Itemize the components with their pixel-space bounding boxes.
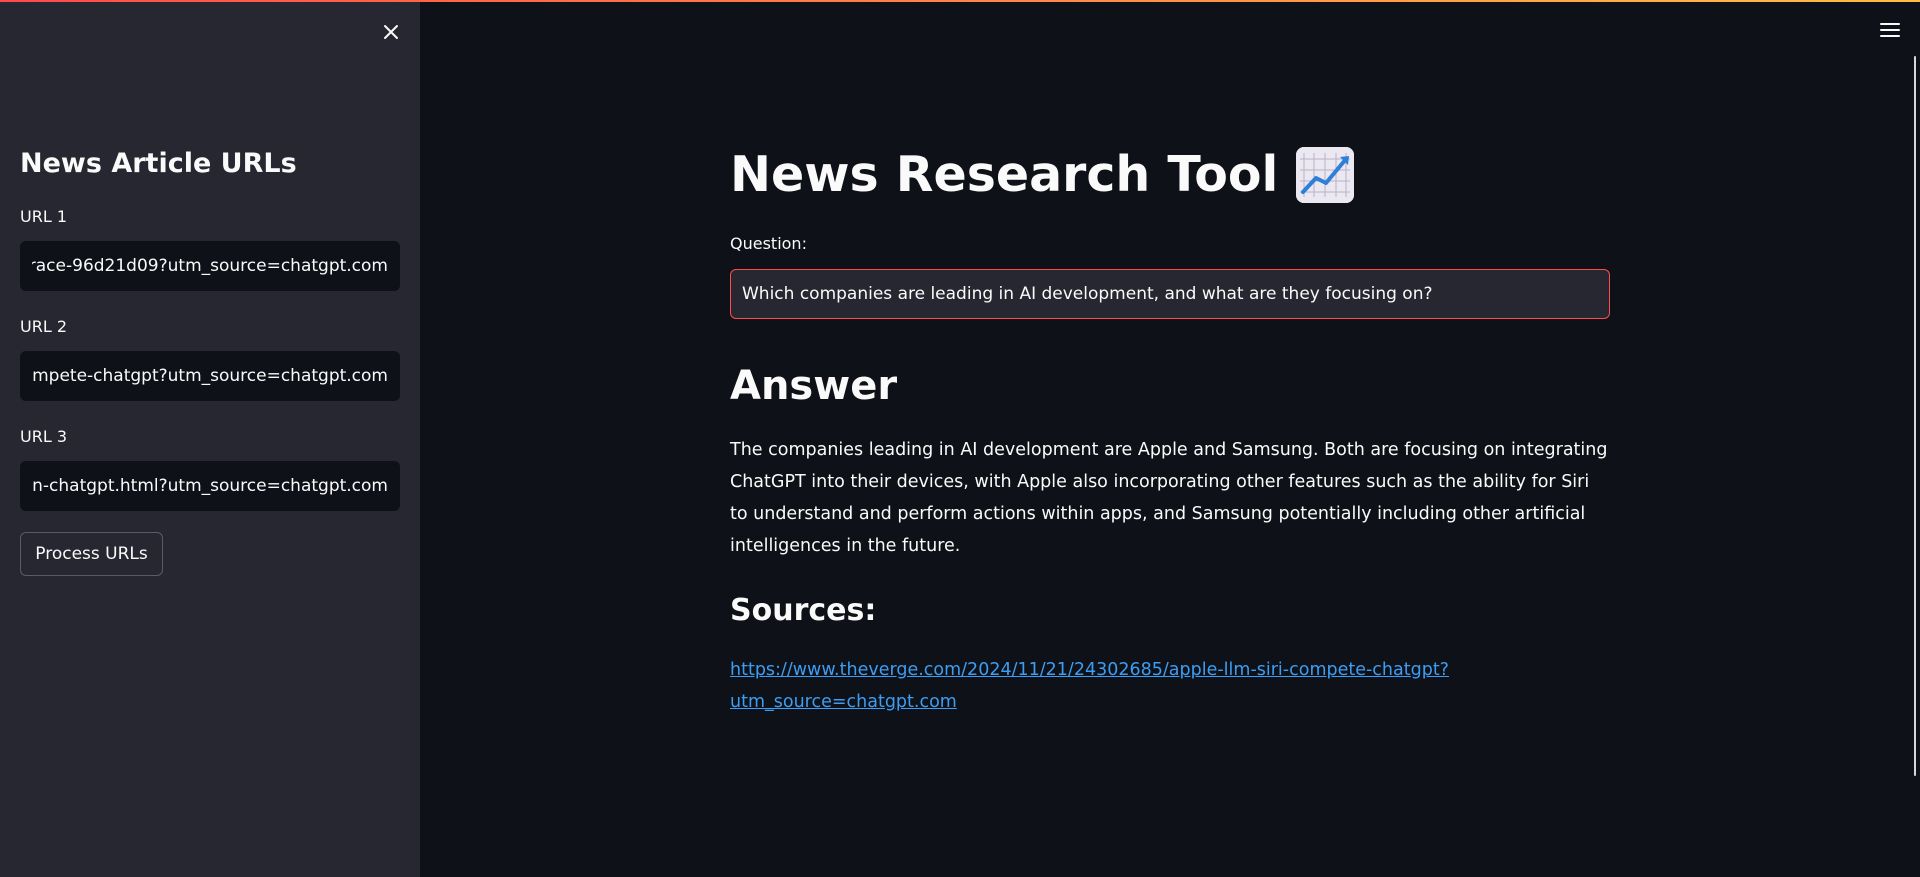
page-title-text: News Research Tool — [730, 146, 1279, 203]
scrollbar[interactable] — [1914, 56, 1916, 776]
main-menu-button[interactable] — [1876, 18, 1904, 42]
url-1-input[interactable] — [20, 241, 400, 291]
process-urls-button[interactable]: Process URLs — [20, 532, 163, 576]
url-2-label: URL 2 — [20, 317, 68, 336]
source-link[interactable]: https://www.theverge.com/2024/11/21/2430… — [730, 654, 1450, 718]
chart-increasing-icon — [1296, 147, 1355, 203]
answer-heading: Answer — [730, 363, 898, 409]
page-title: News Research Tool — [730, 143, 1355, 207]
close-icon — [384, 25, 398, 39]
close-sidebar-button[interactable] — [377, 18, 405, 46]
answer-text: The companies leading in AI development … — [730, 440, 1608, 556]
question-label: Question: — [730, 234, 807, 253]
url-3-label: URL 3 — [20, 427, 68, 446]
url-2-input[interactable] — [20, 351, 400, 401]
url-1-label: URL 1 — [20, 207, 68, 226]
sidebar: News Article URLs URL 1 URL 2 URL 3 Proc… — [0, 0, 420, 877]
url-3-input[interactable] — [20, 461, 400, 511]
sources-heading: Sources: — [730, 593, 877, 628]
question-input[interactable] — [730, 269, 1610, 319]
header-decoration-bar — [0, 0, 1920, 2]
sidebar-title: News Article URLs — [20, 148, 297, 179]
hamburger-menu-icon — [1880, 23, 1900, 25]
